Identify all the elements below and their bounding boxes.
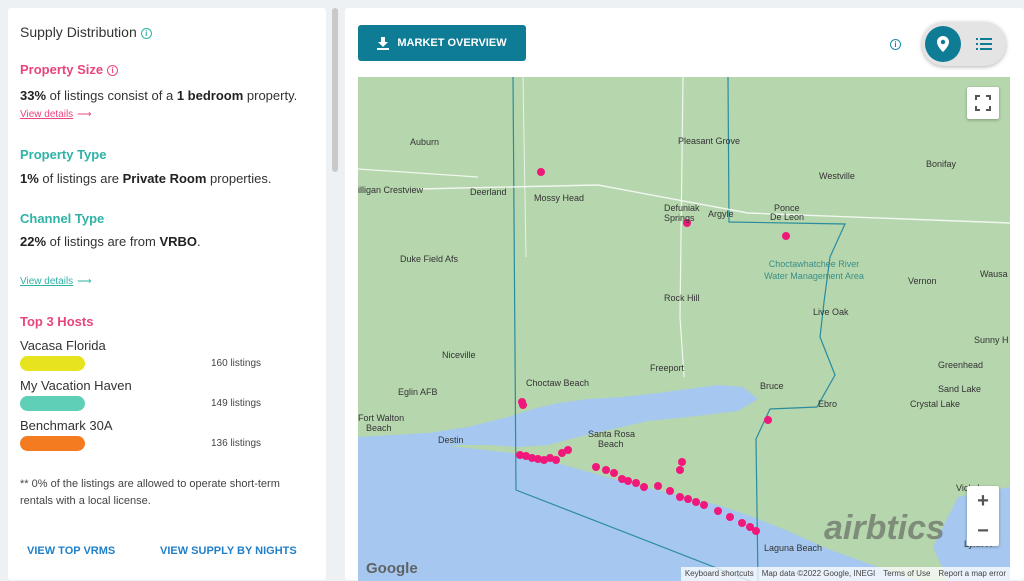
terms-of-use-link[interactable]: Terms of Use xyxy=(883,569,930,579)
download-icon xyxy=(377,36,390,50)
map-panel: MARKET OVERVIEW i Auburn illigan Crestvi… xyxy=(345,8,1024,581)
property-size-text: 33% of listings consist of a 1 bedroom p… xyxy=(20,88,298,103)
map-label: Choctawhatchee River Water Management Ar… xyxy=(764,259,864,281)
fullscreen-icon xyxy=(975,95,991,111)
host-name: Benchmark 30A xyxy=(20,418,113,433)
license-note: ** 0% of the listings are allowed to ope… xyxy=(20,478,280,507)
map-label: Niceville xyxy=(442,350,476,360)
map-label: Beach xyxy=(598,439,624,449)
map-label: Freeport xyxy=(650,363,685,373)
map-label: illigan Crestview xyxy=(358,185,424,195)
property-size-heading: Property Size i xyxy=(20,62,119,77)
map-label: Crystal Lake xyxy=(910,399,961,409)
arrow-right-icon: ⟶ xyxy=(77,109,92,120)
property-size-view-details-link[interactable]: View details ⟶ xyxy=(20,109,92,120)
host-color-bar xyxy=(20,356,85,371)
map-label: Santa Rosa xyxy=(588,429,636,439)
map-label: Wausa xyxy=(980,269,1008,279)
map-label: Mossy Head xyxy=(534,193,585,203)
map-attribution: Keyboard shortcuts Map data ©2022 Google… xyxy=(680,567,1010,581)
map-label: Bruce xyxy=(760,381,784,391)
keyboard-shortcuts-link[interactable]: Keyboard shortcuts xyxy=(685,569,754,579)
host-name: My Vacation Haven xyxy=(20,378,132,393)
map-data-credit: Map data ©2022 Google, INEGI xyxy=(761,569,876,578)
host-color-bar xyxy=(20,436,85,451)
map-label: Destin xyxy=(438,435,464,445)
market-overview-button[interactable]: MARKET OVERVIEW xyxy=(358,25,526,61)
host-listing-count: 160 listings xyxy=(211,358,262,369)
panel-title: Supply Distribution i xyxy=(20,24,152,40)
host-listing-count: 149 listings xyxy=(211,398,262,409)
top-hosts-heading: Top 3 Hosts xyxy=(20,314,94,329)
view-top-vrms-link[interactable]: VIEW TOP VRMS xyxy=(27,545,115,557)
map-label: Westville xyxy=(819,171,855,181)
zoom-out-button[interactable]: − xyxy=(967,516,999,546)
map-label: Bonifay xyxy=(926,159,957,169)
view-supply-by-nights-link[interactable]: VIEW SUPPLY BY NIGHTS xyxy=(160,545,297,557)
host-name: Vacasa Florida xyxy=(20,338,106,353)
view-toggle xyxy=(922,22,1006,66)
map-label: Choctaw Beach xyxy=(526,378,590,388)
map-label: Ebro xyxy=(818,399,838,409)
left-panel-scrollbar[interactable] xyxy=(332,8,338,172)
info-icon[interactable]: i xyxy=(140,27,152,39)
google-logo: Google xyxy=(366,560,418,577)
info-icon[interactable]: i xyxy=(107,65,119,77)
map-pin-icon xyxy=(937,36,949,52)
host-listing-count: 136 listings xyxy=(211,438,262,449)
supply-distribution-panel: Supply Distribution i Property Size i 33% … xyxy=(8,8,326,580)
map-label: Eglin AFB xyxy=(398,387,438,397)
map-label: Deerland xyxy=(470,187,507,197)
property-type-text: 1% of listings are Private Room properti… xyxy=(20,171,272,186)
info-icon[interactable]: i xyxy=(890,39,901,50)
listings-map[interactable]: Auburn illigan Crestview Deerland Mossy … xyxy=(358,77,1010,581)
report-map-error-link[interactable]: Report a map error xyxy=(938,569,1006,579)
map-view-button[interactable] xyxy=(925,26,961,62)
map-label: Rock Hill xyxy=(664,293,700,303)
map-label: Argyle xyxy=(708,209,734,219)
airbtics-watermark: airbtics xyxy=(824,509,945,547)
map-label: Live Oak xyxy=(813,307,849,317)
list-view-button[interactable] xyxy=(972,32,996,56)
channel-type-heading: Channel Type xyxy=(20,211,105,226)
map-label: Pleasant Grove xyxy=(678,136,741,146)
map-label: Laguna Beach xyxy=(764,543,823,553)
map-label: Beach xyxy=(366,423,392,433)
map-label: Vernon xyxy=(908,276,937,286)
map-label: Auburn xyxy=(410,137,440,147)
map-label: Fort Walton xyxy=(358,413,405,423)
map-label: Duke Field Afs xyxy=(400,254,459,264)
list-icon xyxy=(976,38,992,50)
map-label: De Leon xyxy=(770,212,805,222)
zoom-control: + − xyxy=(967,486,999,546)
map-canvas xyxy=(358,77,1010,581)
map-label: Sand Lake xyxy=(938,384,982,394)
map-label: Greenhead xyxy=(938,360,984,370)
property-type-heading: Property Type xyxy=(20,147,107,162)
map-label: Sunny H xyxy=(974,335,1009,345)
map-label: Defuniak xyxy=(664,203,700,213)
fullscreen-button[interactable] xyxy=(967,87,999,119)
channel-type-view-details-link[interactable]: View details ⟶ xyxy=(20,276,92,287)
channel-type-text: 22% of listings are from VRBO. xyxy=(20,234,201,249)
arrow-right-icon: ⟶ xyxy=(77,276,92,287)
host-color-bar xyxy=(20,396,85,411)
zoom-in-button[interactable]: + xyxy=(967,486,999,516)
map-label: Springs xyxy=(664,213,695,223)
